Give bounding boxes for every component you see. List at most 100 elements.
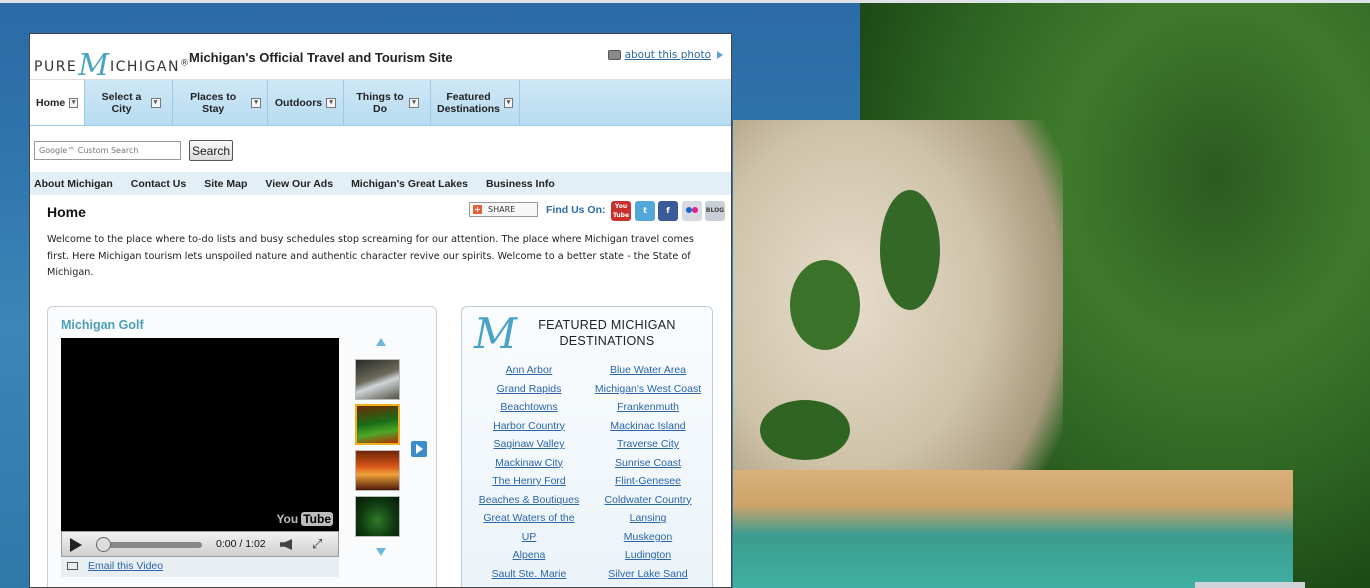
michigan-m-logo: M — [474, 309, 518, 358]
destination-link[interactable]: Beaches & Boutiques — [479, 491, 579, 510]
nav-home[interactable]: Home ▾ — [30, 80, 85, 125]
nav-home-label: Home — [36, 96, 66, 109]
browser-bottom-strip — [1195, 582, 1305, 588]
destination-link[interactable]: Muskegon — [624, 528, 672, 547]
next-arrow-icon[interactable] — [411, 441, 427, 457]
destinations-title: FEATURED MICHIGAN DESTINATIONS — [538, 318, 676, 348]
camera-icon — [607, 50, 621, 60]
background-shoreline — [733, 470, 1293, 588]
yt-you: You — [276, 512, 299, 526]
dropdown-icon[interactable]: ▾ — [504, 97, 513, 108]
nav-featured-destinations-label: Featured Destinations — [437, 90, 501, 115]
subnav-great-lakes[interactable]: Michigan's Great Lakes — [351, 178, 468, 190]
twitter-icon[interactable]: t — [635, 201, 655, 221]
main-nav: Home ▾ Select a City ▾ Places to Stay ▾ Out… — [30, 80, 731, 126]
search-input[interactable] — [34, 141, 181, 160]
pure-michigan-logo[interactable]: PUREMICHIGAN® — [34, 44, 190, 83]
share-label: SHARE — [488, 205, 516, 214]
scroll-down-icon[interactable] — [376, 548, 386, 556]
video-module: Michigan Golf You Tube 0:00 / 1:02 ⤢ Emai… — [47, 306, 437, 587]
email-video-link[interactable]: Email this Video — [88, 560, 163, 572]
nav-select-city[interactable]: Select a City ▾ — [85, 80, 173, 125]
dropdown-icon[interactable]: ▾ — [409, 97, 419, 108]
destination-link[interactable]: The Henry Ford — [492, 472, 566, 491]
search-button[interactable]: Search — [189, 140, 233, 161]
destination-link[interactable]: Ann Arbor — [506, 361, 553, 380]
about-photo-link[interactable]: about this photo — [607, 49, 723, 61]
site-title: Michigan's Official Travel and Tourism S… — [189, 50, 453, 65]
site-header: PUREMICHIGAN® Michigan's Official Travel… — [30, 34, 731, 83]
page-title: Home — [47, 204, 86, 220]
logo-m: M — [78, 48, 109, 83]
destination-link[interactable]: Alpena — [513, 546, 546, 565]
scroll-up-icon[interactable] — [376, 338, 386, 346]
subnav-site-map[interactable]: Site Map — [204, 178, 247, 190]
nav-featured-destinations[interactable]: Featured Destinations ▾ — [431, 80, 520, 125]
background-shrub — [760, 400, 850, 460]
subnav-business-info[interactable]: Business Info — [486, 178, 555, 190]
plus-icon: + — [473, 205, 482, 214]
nav-outdoors-label: Outdoors — [274, 96, 323, 109]
fullscreen-icon[interactable]: ⤢ — [312, 537, 322, 552]
destination-link[interactable]: Great Waters of the UP — [477, 509, 581, 546]
nav-places-to-stay-label: Places to Stay — [190, 90, 237, 115]
blog-icon[interactable]: BLOG — [705, 201, 725, 221]
dropdown-icon[interactable]: ▾ — [326, 97, 337, 108]
yt-tube: Tube — [301, 512, 333, 526]
destination-link[interactable]: Grand Rapids — [497, 380, 562, 399]
destination-link[interactable]: Ludington — [625, 546, 671, 565]
nav-select-city-label: Select a City — [101, 90, 142, 115]
video-title: Michigan Golf — [61, 318, 144, 332]
subnav-about-michigan[interactable]: About Michigan — [34, 178, 113, 190]
background-shrub — [880, 190, 940, 310]
subnav-contact-us[interactable]: Contact Us — [131, 178, 186, 190]
logo-text-pure: PURE — [34, 59, 78, 75]
nav-things-to-do-label: Things to Do — [356, 90, 404, 115]
arrow-right-icon — [717, 51, 723, 59]
destination-link[interactable]: Beachtowns — [500, 398, 557, 417]
share-button[interactable]: + SHARE — [469, 202, 538, 217]
envelope-icon — [67, 562, 78, 571]
destination-link[interactable]: Lansing — [630, 509, 667, 528]
youtube-icon[interactable]: You Tube — [611, 201, 631, 221]
destination-link[interactable]: Sunrise Coast — [615, 454, 681, 473]
video-time: 0:00 / 1:02 — [216, 538, 266, 550]
video-player[interactable]: You Tube — [61, 338, 339, 531]
destination-link[interactable]: Mackinaw City — [495, 454, 563, 473]
destination-link[interactable]: Frankenmuth — [617, 398, 679, 417]
featured-destinations-module: M FEATURED MICHIGAN DESTINATIONS Ann Arb… — [461, 306, 713, 587]
subnav-view-our-ads[interactable]: View Our Ads — [265, 178, 333, 190]
destination-link[interactable]: Silver Lake Sand — [608, 565, 687, 584]
destination-link[interactable]: Traverse City — [617, 435, 679, 454]
search-row: Search — [30, 126, 731, 172]
destination-link[interactable]: Harbor Country — [493, 417, 565, 436]
dropdown-icon[interactable]: ▾ — [251, 97, 261, 108]
facebook-icon[interactable]: f — [658, 201, 678, 221]
nav-outdoors[interactable]: Outdoors ▾ — [268, 80, 344, 125]
destination-link[interactable]: Blue Water Area — [610, 361, 686, 380]
play-icon[interactable] — [70, 538, 82, 552]
nav-places-to-stay[interactable]: Places to Stay ▾ — [173, 80, 268, 125]
intro-text: Welcome to the place where to-do lists a… — [47, 234, 694, 278]
destination-link[interactable]: Sault Ste. Marie — [492, 565, 567, 584]
dropdown-icon[interactable]: ▾ — [69, 97, 78, 108]
destination-link[interactable]: Mackinac Island — [610, 417, 685, 436]
video-thumbnail[interactable] — [355, 496, 400, 537]
video-thumbnail[interactable] — [355, 359, 400, 400]
destination-link[interactable]: Michigan's West Coast — [595, 380, 701, 399]
secondary-nav: About Michigan Contact Us Site Map View … — [30, 172, 731, 195]
destination-link[interactable]: Coldwater Country — [605, 491, 692, 510]
volume-icon[interactable] — [280, 539, 292, 550]
destinations-right-column: Blue Water Area Michigan's West Coast Fr… — [588, 361, 708, 583]
dropdown-icon[interactable]: ▾ — [150, 97, 161, 108]
destination-link[interactable]: Saginaw Valley — [493, 435, 564, 454]
about-photo-label: about this photo — [624, 49, 711, 61]
destination-link[interactable]: Flint-Genesee — [615, 472, 681, 491]
browser-top-strip — [0, 0, 1370, 3]
nav-things-to-do[interactable]: Things to Do ▾ — [344, 80, 431, 125]
seek-bar[interactable] — [98, 542, 202, 548]
video-thumbnail-selected[interactable] — [355, 404, 400, 445]
video-thumbnail[interactable] — [355, 450, 400, 491]
seek-handle[interactable] — [96, 537, 111, 552]
flickr-icon[interactable] — [682, 201, 702, 221]
